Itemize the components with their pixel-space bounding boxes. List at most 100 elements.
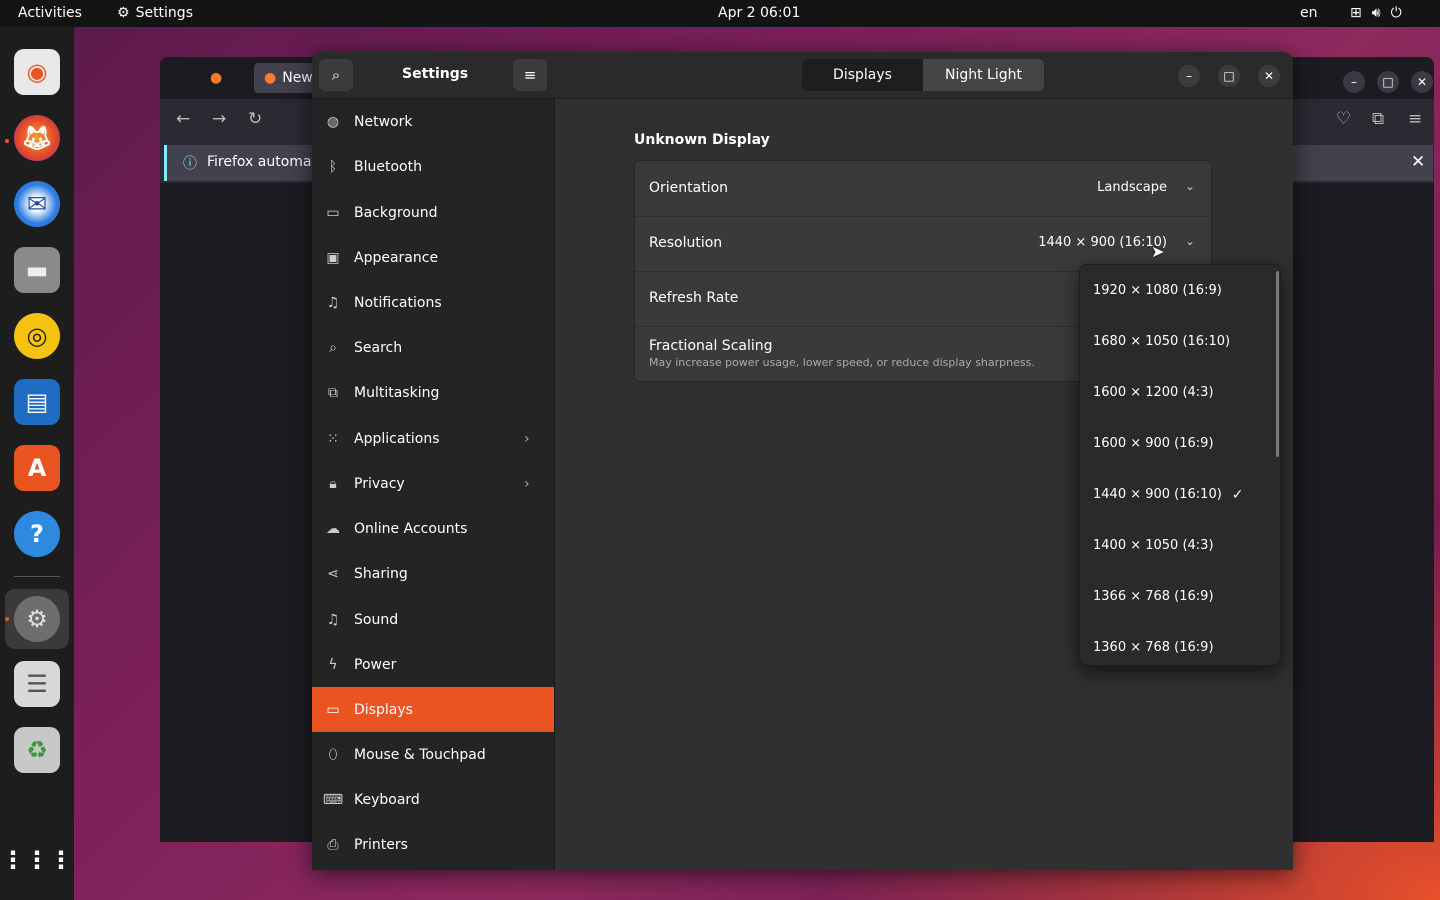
chevron-right-icon: › xyxy=(524,430,530,447)
resolution-option[interactable]: 1400 × 1050 (4:3) xyxy=(1080,520,1280,571)
fractional-scaling-description: May increase power usage, lower speed, o… xyxy=(649,356,1035,369)
resolution-value: 1440 × 900 (16:10) xyxy=(1038,235,1167,250)
extensions-icon[interactable]: ⧉ xyxy=(1372,109,1384,129)
mouse-cursor-icon: ➤ xyxy=(1151,242,1165,261)
sidebar-item-power[interactable]: ϟ Power xyxy=(312,642,554,687)
sidebar-item-label: Printers xyxy=(354,836,408,853)
resolution-label: Resolution xyxy=(649,235,723,251)
help-icon[interactable]: ? xyxy=(14,511,60,557)
firefox-icon[interactable]: 🦊︎ xyxy=(14,115,60,161)
trash-icon[interactable]: ♻ xyxy=(14,727,60,773)
sidebar-item-label: Displays xyxy=(354,701,413,718)
settings-gear-icon[interactable]: ⚙ xyxy=(14,596,60,642)
resolution-option[interactable]: 1680 × 1050 (16:10) xyxy=(1080,316,1280,367)
sidebar-item-displays[interactable]: ▭ Displays xyxy=(312,687,554,732)
sidebar-item-applications[interactable]: ⁙ Applications › xyxy=(312,416,554,461)
resolution-option-selected[interactable]: 1440 × 900 (16:10) ✓ xyxy=(1080,469,1280,520)
files-icon[interactable]: ▬ xyxy=(14,247,60,293)
running-indicator xyxy=(5,617,9,621)
sidebar-item-sound[interactable]: ♫ Sound xyxy=(312,597,554,642)
resolution-option-label: 1680 × 1050 (16:10) xyxy=(1093,334,1231,349)
back-arrow-icon[interactable]: ← xyxy=(176,109,190,129)
hamburger-menu-icon[interactable]: ≡ xyxy=(1408,109,1422,129)
resolution-option[interactable]: 1600 × 1200 (4:3) xyxy=(1080,367,1280,418)
ubuntu-logo-icon[interactable]: ◉ xyxy=(14,49,60,95)
sidebar-item-bluetooth[interactable]: ᛒ Bluetooth xyxy=(312,144,554,189)
sidebar-item-appearance[interactable]: ▣ Appearance xyxy=(312,235,554,280)
sidebar-item-notifications[interactable]: ♫ Notifications xyxy=(312,280,554,325)
sidebar-item-label: Keyboard xyxy=(354,791,420,808)
software-icon[interactable]: A xyxy=(14,445,60,491)
sidebar-item-mouse-touchpad[interactable]: ⬯ Mouse & Touchpad xyxy=(312,732,554,777)
resolution-option[interactable]: 1360 × 768 (16:9) xyxy=(1080,622,1280,665)
maximize-icon[interactable]: □ xyxy=(1218,65,1240,87)
sidebar-item-background[interactable]: ▭ Background xyxy=(312,190,554,235)
sidebar-item-network[interactable]: ◍ Network xyxy=(312,99,554,144)
sidebar-item-label: Online Accounts xyxy=(354,520,468,537)
multitasking-icon: ⧉ xyxy=(328,384,338,401)
sidebar-item-sharing[interactable]: ⋖ Sharing xyxy=(312,551,554,596)
pocket-icon[interactable]: ♡ xyxy=(1336,109,1351,129)
close-icon[interactable]: ✕ xyxy=(1411,71,1433,93)
main-menu-button[interactable]: ≡ xyxy=(513,59,547,91)
sidebar-item-keyboard[interactable]: ⌨ Keyboard xyxy=(312,777,554,822)
maximize-icon[interactable]: □ xyxy=(1377,71,1399,93)
lock-icon: 🔒︎ xyxy=(329,475,337,492)
sidebar-item-online-accounts[interactable]: ☁ Online Accounts xyxy=(312,506,554,551)
tab-night-light[interactable]: Night Light xyxy=(923,59,1044,91)
sidebar-item-label: Sharing xyxy=(354,565,408,582)
sidebar-item-search[interactable]: ⌕ Search xyxy=(312,325,554,370)
resolution-option[interactable]: 1920 × 1080 (16:9) xyxy=(1080,265,1280,316)
sidebar-item-label: Bluetooth xyxy=(354,158,422,175)
display-name-heading: Unknown Display xyxy=(634,132,770,148)
sidebar-item-label: Multitasking xyxy=(354,384,440,401)
text-editor-icon[interactable]: ☰ xyxy=(14,661,60,707)
minimize-icon[interactable]: – xyxy=(1343,71,1365,93)
libreoffice-writer-icon[interactable]: ▤ xyxy=(14,379,60,425)
resolution-option[interactable]: 1366 × 768 (16:9) xyxy=(1080,571,1280,622)
volume-icon: 🔊︎ xyxy=(1371,5,1381,21)
tab-displays[interactable]: Displays xyxy=(802,59,923,91)
close-icon[interactable]: ✕ xyxy=(1258,65,1280,87)
fractional-scaling-label: Fractional Scaling xyxy=(649,338,773,354)
hamburger-menu-icon: ≡ xyxy=(523,66,537,84)
minimize-icon[interactable]: – xyxy=(1178,65,1200,87)
dropdown-scrollbar[interactable] xyxy=(1276,271,1279,457)
sidebar-item-printers[interactable]: ⎙ Printers xyxy=(312,822,554,867)
bell-icon: ♫ xyxy=(326,294,340,311)
appearance-icon: ▣ xyxy=(326,249,340,266)
thunderbird-icon[interactable]: ✉ xyxy=(14,181,60,227)
rhythmbox-icon[interactable]: ◎ xyxy=(14,313,60,359)
system-tray[interactable]: ⊞ 🔊︎ ⏻ xyxy=(1350,5,1402,21)
running-indicator xyxy=(5,139,9,143)
reload-icon[interactable]: ↻ xyxy=(248,109,262,129)
firefox-favicon-icon: ● xyxy=(264,70,277,86)
sidebar-item-multitasking[interactable]: ⧉ Multitasking xyxy=(312,370,554,415)
resolution-option-label: 1600 × 900 (16:9) xyxy=(1093,436,1214,451)
chevron-right-icon: › xyxy=(524,475,530,492)
refresh-rate-label: Refresh Rate xyxy=(649,290,739,306)
sidebar-item-label: Network xyxy=(354,113,413,130)
sidebar-item-privacy[interactable]: 🔒︎ Privacy › xyxy=(312,461,554,506)
chevron-down-icon: ⌄ xyxy=(1184,234,1195,248)
clock[interactable]: Apr 2 06:01 xyxy=(718,5,800,21)
orientation-row[interactable]: Orientation Landscape ⌄ xyxy=(635,161,1211,217)
window-title: Settings xyxy=(402,66,469,82)
sidebar-item-label: Power xyxy=(354,656,397,673)
dock-separator xyxy=(14,576,60,577)
firefox-tab-pinned[interactable]: ● xyxy=(210,63,222,93)
checkmark-icon: ✓ xyxy=(1231,486,1244,503)
app-menu[interactable]: ⚙ Settings xyxy=(117,5,193,21)
language-indicator[interactable]: en xyxy=(1300,5,1318,21)
activities-button[interactable]: Activities xyxy=(18,5,82,21)
display-icon: ▭ xyxy=(326,701,340,718)
search-button[interactable]: ⌕ xyxy=(319,59,353,91)
resolution-option[interactable]: 1600 × 900 (16:9) xyxy=(1080,418,1280,469)
close-icon[interactable]: ✕ xyxy=(1411,152,1425,172)
show-applications-icon[interactable]: ⋮⋮⋮ xyxy=(1,837,73,883)
view-switcher: Displays Night Light xyxy=(802,59,1044,91)
music-note-icon: ♫ xyxy=(326,611,340,628)
forward-arrow-icon[interactable]: → xyxy=(212,109,226,129)
keyboard-icon: ⌨ xyxy=(322,791,344,808)
resolution-option-label: 1920 × 1080 (16:9) xyxy=(1093,283,1222,298)
